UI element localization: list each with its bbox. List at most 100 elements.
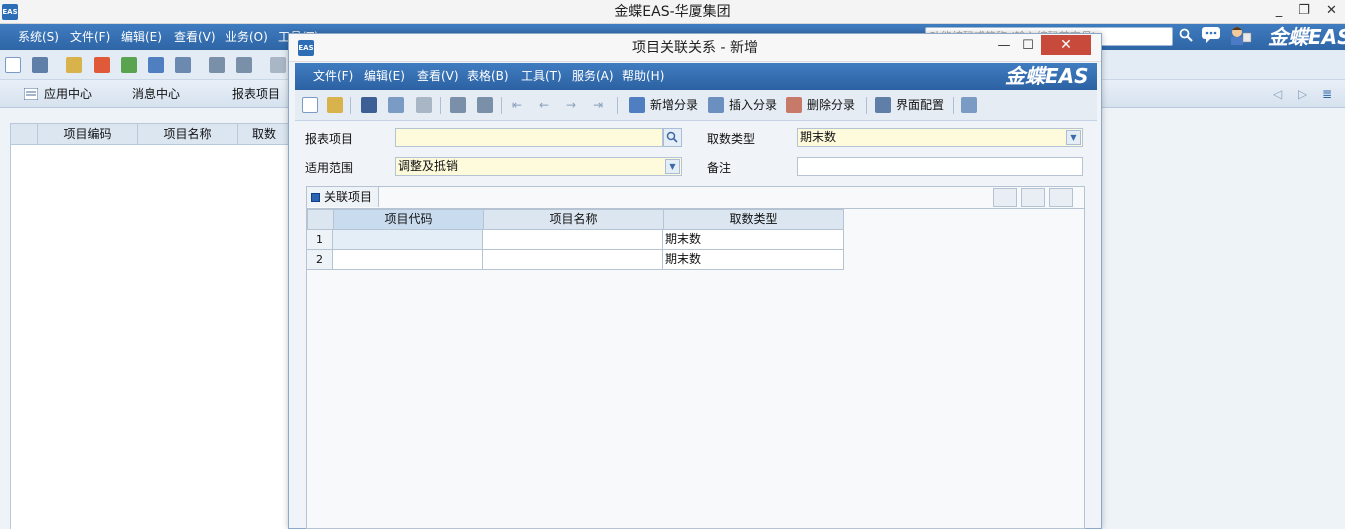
dialog-maximize-button[interactable]: ☐ <box>1016 35 1040 57</box>
toolbar-separator <box>501 97 502 114</box>
dlg-menu-service[interactable]: 服务(A) <box>572 63 614 89</box>
print-preview-icon[interactable] <box>236 57 252 73</box>
tab-list-icon[interactable]: ≣ <box>1322 80 1332 108</box>
report-item-label: 报表项目 <box>305 132 354 146</box>
minimize-button[interactable]: _ <box>1267 0 1291 22</box>
menu-business[interactable]: 业务(O) <box>225 24 268 50</box>
toolbar-separator <box>866 97 867 114</box>
ui-config-button[interactable]: 界面配置 <box>896 90 944 120</box>
dialog-title: 项目关联关系 - 新增 <box>632 40 758 56</box>
exit-icon[interactable] <box>961 97 977 113</box>
menu-edit[interactable]: 编辑(E) <box>121 24 162 50</box>
tab-square-icon <box>311 193 320 202</box>
dlg-menu-help[interactable]: 帮助(H) <box>622 63 664 89</box>
col-item-name[interactable]: 项目名称 <box>138 124 238 144</box>
report-item-lookup-button[interactable] <box>663 128 682 147</box>
chat-icon[interactable] <box>1201 26 1221 44</box>
scope-label: 适用范围 <box>305 161 354 175</box>
tab-app-center[interactable]: 应用中心 <box>44 80 92 108</box>
dlg-new-icon[interactable] <box>302 97 318 113</box>
tab-scroll-right-icon[interactable]: ▷ <box>1298 80 1307 108</box>
grid-corner <box>307 209 334 230</box>
remark-input[interactable] <box>797 157 1083 176</box>
grid-delete-row-icon[interactable] <box>1049 188 1073 207</box>
dlg-brush-icon[interactable] <box>327 97 343 113</box>
dialog-titlebar: EAS 项目关联关系 - 新增 — ☐ ✕ <box>289 34 1101 62</box>
last-record-icon[interactable]: ⇥ <box>593 90 603 120</box>
add-entry-button[interactable]: 新增分录 <box>650 90 698 120</box>
col-item-name[interactable]: 项目名称 <box>484 209 664 230</box>
dlg-menu-tools[interactable]: 工具(T) <box>521 63 562 89</box>
fetch-type-select[interactable]: 期末数 ▼ <box>797 128 1083 147</box>
lookup-search-icon <box>666 131 678 143</box>
dialog-close-button[interactable]: ✕ <box>1041 35 1091 55</box>
close-button[interactable]: ✕ <box>1318 0 1345 22</box>
dialog-toolbar: ⇤ ← → ⇥ 新增分录 插入分录 删除分录 界面配置 <box>295 90 1097 121</box>
chevron-down-icon[interactable]: ▼ <box>1066 130 1081 145</box>
search-icon[interactable] <box>1179 28 1193 42</box>
filter-icon[interactable] <box>148 57 164 73</box>
tab-related-items[interactable]: 关联项目 <box>307 187 379 207</box>
insert-entry-button[interactable]: 插入分录 <box>729 90 777 120</box>
dlg-menu-edit[interactable]: 编辑(E) <box>364 63 405 89</box>
first-record-icon[interactable]: ⇤ <box>512 90 522 120</box>
col-fetch-type[interactable]: 取数类型 <box>664 209 844 230</box>
cell-item-code[interactable] <box>333 250 483 270</box>
related-items-grid: 项目代码 项目名称 取数类型 1 期末数 2 期末数 <box>307 208 1084 528</box>
tab-report-item[interactable]: 报表项目 <box>232 80 280 108</box>
dlg-menu-table[interactable]: 表格(B) <box>467 63 509 89</box>
cell-item-code[interactable] <box>333 230 483 250</box>
row-number[interactable]: 2 <box>307 250 333 270</box>
remark-label: 备注 <box>707 161 732 175</box>
add-entry-icon <box>629 97 645 113</box>
dlg-menu-view[interactable]: 查看(V) <box>417 63 459 89</box>
main-grid-corner <box>11 124 38 144</box>
cell-fetch-type[interactable]: 期末数 <box>663 250 844 270</box>
dlg-menu-file[interactable]: 文件(F) <box>313 63 353 89</box>
refresh-icon[interactable] <box>121 57 137 73</box>
tab-related-items-label: 关联项目 <box>324 190 373 204</box>
dialog-minimize-button[interactable]: — <box>992 35 1016 57</box>
chevron-down-icon[interactable]: ▼ <box>665 159 680 174</box>
col-item-code[interactable]: 项目代码 <box>334 209 484 230</box>
app-center-icon <box>24 88 38 100</box>
next-record-icon[interactable]: → <box>566 90 576 120</box>
prev-record-icon[interactable]: ← <box>539 90 549 120</box>
new-icon[interactable] <box>5 57 21 73</box>
user-avatar-icon[interactable] <box>1228 25 1252 45</box>
delete-entry-button[interactable]: 删除分录 <box>807 90 855 120</box>
main-grid-header: 项目编码 项目名称 取数 <box>10 123 290 145</box>
item-relation-dialog: EAS 项目关联关系 - 新增 — ☐ ✕ 文件(F) 编辑(E) 查看(V) … <box>288 33 1102 529</box>
print-icon[interactable] <box>209 57 225 73</box>
main-titlebar: EAS 金蝶EAS-华厦集团 _ ❐ ✕ <box>0 0 1345 24</box>
dlg-copy-icon[interactable] <box>388 97 404 113</box>
tab-message-center[interactable]: 消息中心 <box>132 80 180 108</box>
menu-system[interactable]: 系统(S) <box>18 24 59 50</box>
dlg-save-icon[interactable] <box>361 97 377 113</box>
cell-item-name[interactable] <box>483 230 663 250</box>
restore-button[interactable]: ❐ <box>1292 0 1316 22</box>
main-grid-body[interactable] <box>10 145 290 529</box>
dlg-print-preview-icon[interactable] <box>477 97 493 113</box>
dialog-menubar: 文件(F) 编辑(E) 查看(V) 表格(B) 工具(T) 服务(A) 帮助(H… <box>295 63 1097 90</box>
cell-fetch-type[interactable]: 期末数 <box>663 230 844 250</box>
row-number[interactable]: 1 <box>307 230 333 250</box>
col-item-code[interactable]: 项目编码 <box>38 124 138 144</box>
dlg-print-icon[interactable] <box>450 97 466 113</box>
brush-icon[interactable] <box>66 57 82 73</box>
delete-icon[interactable] <box>94 57 110 73</box>
report-item-input[interactable] <box>395 128 663 147</box>
dlg-delete-icon[interactable] <box>416 97 432 113</box>
disabled-icon[interactable] <box>270 57 286 73</box>
insert-entry-icon <box>708 97 724 113</box>
scope-select[interactable]: 调整及抵销 ▼ <box>395 157 682 176</box>
menu-view[interactable]: 查看(V) <box>174 24 216 50</box>
save-icon[interactable] <box>32 57 48 73</box>
locate-icon[interactable] <box>175 57 191 73</box>
tab-scroll-left-icon[interactable]: ◁ <box>1273 80 1282 108</box>
col-fetch[interactable]: 取数 <box>238 124 290 144</box>
cell-item-name[interactable] <box>483 250 663 270</box>
grid-insert-row-icon[interactable] <box>1021 188 1045 207</box>
menu-file[interactable]: 文件(F) <box>70 24 110 50</box>
grid-add-row-icon[interactable] <box>993 188 1017 207</box>
